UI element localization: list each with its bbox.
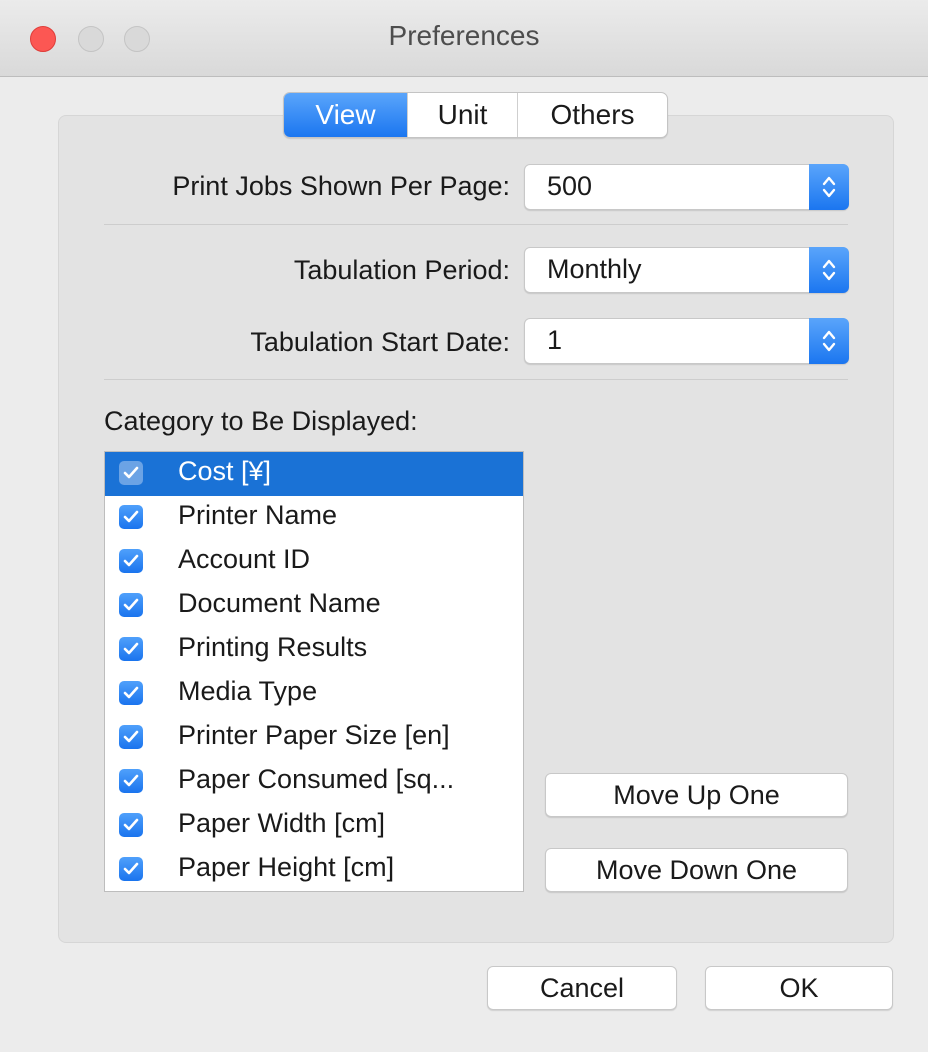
list-item-document-name[interactable]: Document Name	[105, 584, 523, 628]
tabulation-start-date-label: Tabulation Start Date:	[250, 327, 510, 357]
checkbox[interactable]	[119, 461, 143, 485]
popup-stepper-icon	[809, 318, 849, 364]
tabulation-start-date-value: 1	[547, 325, 563, 355]
checkbox[interactable]	[119, 549, 143, 573]
list-item-printer-name[interactable]: Printer Name	[105, 496, 523, 540]
list-item-label: Cost [¥]	[178, 456, 272, 486]
tabulation-period-label: Tabulation Period:	[293, 255, 510, 285]
window-title: Preferences	[388, 20, 540, 51]
jobs-per-page-popup[interactable]: 500	[524, 164, 849, 210]
list-item-label: Printing Results	[178, 632, 368, 662]
popup-stepper-icon	[809, 247, 849, 293]
tab-others[interactable]: Others	[517, 93, 667, 137]
list-item-media-type[interactable]: Media Type	[105, 672, 523, 716]
list-item-label: Media Type	[178, 676, 318, 706]
list-item-account-id[interactable]: Account ID	[105, 540, 523, 584]
move-up-button[interactable]: Move Up One	[545, 773, 848, 817]
checkbox[interactable]	[119, 505, 143, 529]
list-item-label: Account ID	[178, 544, 311, 574]
tabulation-start-date-popup[interactable]: 1	[524, 318, 849, 364]
tab-unit[interactable]: Unit	[407, 93, 517, 137]
category-list[interactable]: Cost [¥] Printer Name Account ID Documen…	[104, 451, 524, 892]
list-item-label: Paper Consumed [sq...	[178, 764, 455, 794]
list-item-label: Printer Name	[178, 500, 338, 530]
ok-button[interactable]: OK	[705, 966, 893, 1010]
list-item-label: Printer Paper Size [en]	[178, 720, 450, 750]
tabulation-period-value: Monthly	[547, 254, 642, 284]
list-item-label: Paper Height [cm]	[178, 852, 395, 882]
separator	[104, 224, 848, 225]
checkbox[interactable]	[119, 681, 143, 705]
checkbox[interactable]	[119, 725, 143, 749]
list-item-cost[interactable]: Cost [¥]	[105, 452, 523, 496]
jobs-per-page-value: 500	[547, 171, 593, 201]
category-label: Category to Be Displayed:	[104, 406, 418, 436]
checkbox[interactable]	[119, 769, 143, 793]
list-item-printing-results[interactable]: Printing Results	[105, 628, 523, 672]
move-down-button[interactable]: Move Down One	[545, 848, 848, 892]
list-item-printer-paper-size[interactable]: Printer Paper Size [en]	[105, 716, 523, 760]
checkbox[interactable]	[119, 857, 143, 881]
checkbox[interactable]	[119, 813, 143, 837]
list-item-paper-width[interactable]: Paper Width [cm]	[105, 804, 523, 848]
cancel-button[interactable]: Cancel	[487, 966, 677, 1010]
title-bar: Preferences	[0, 0, 928, 77]
tabulation-period-popup[interactable]: Monthly	[524, 247, 849, 293]
list-item-paper-consumed[interactable]: Paper Consumed [sq...	[105, 760, 523, 804]
checkbox[interactable]	[119, 637, 143, 661]
separator	[104, 379, 848, 380]
list-item-label: Paper Width [cm]	[178, 808, 386, 838]
popup-stepper-icon	[809, 164, 849, 210]
tab-view[interactable]: View	[284, 93, 407, 137]
preferences-window: Preferences View Unit Others Print Jobs …	[0, 0, 928, 1052]
jobs-per-page-label: Print Jobs Shown Per Page:	[172, 171, 510, 201]
list-item-label: Document Name	[178, 588, 381, 618]
list-item-paper-height[interactable]: Paper Height [cm]	[105, 848, 523, 891]
tab-bar: View Unit Others	[283, 92, 668, 138]
checkbox[interactable]	[119, 593, 143, 617]
